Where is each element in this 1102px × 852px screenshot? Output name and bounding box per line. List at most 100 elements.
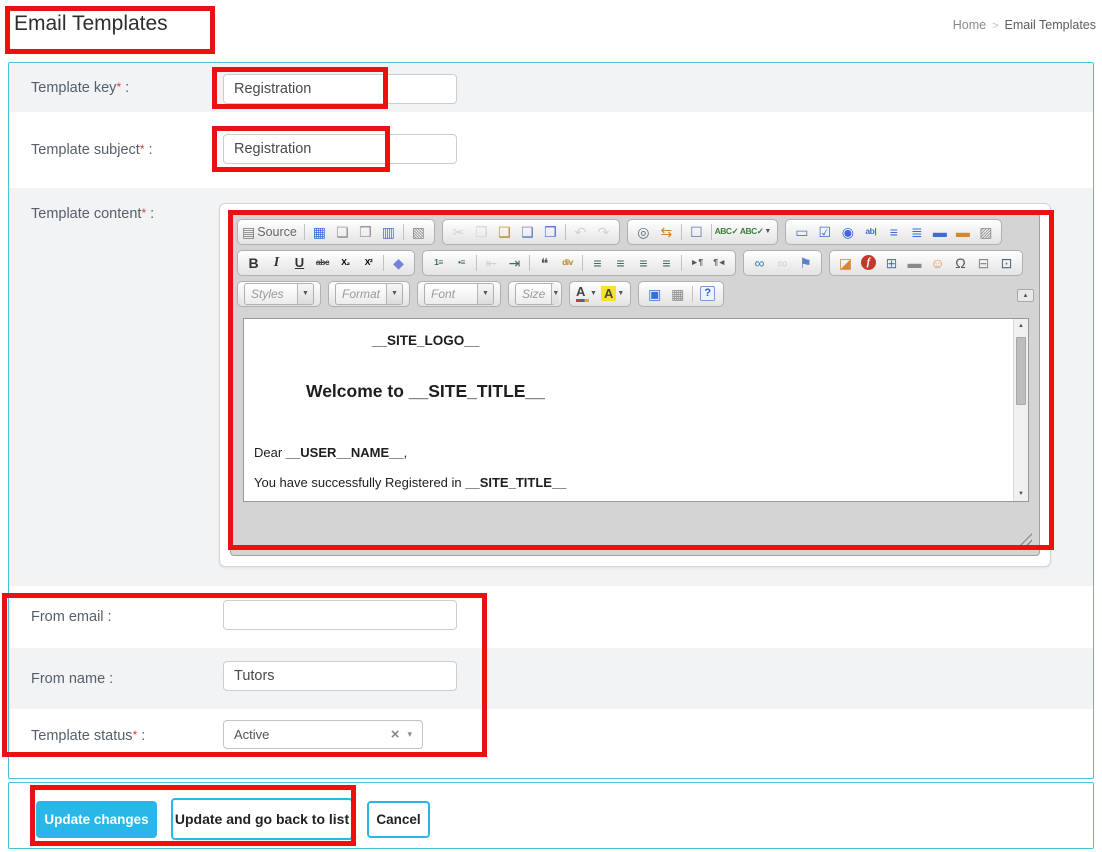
paste-plain-text-icon: ❑ xyxy=(521,225,534,239)
remove-format-button[interactable]: ◆ xyxy=(387,252,410,273)
align-right-button[interactable]: ≡ xyxy=(632,252,655,273)
redo-button[interactable]: ↷ xyxy=(592,221,615,242)
iframe-button[interactable]: ⊡ xyxy=(995,252,1018,273)
undo-button[interactable]: ↶ xyxy=(569,221,592,242)
radio-button-button[interactable]: ◉ xyxy=(836,221,859,242)
form-button[interactable]: ▭ xyxy=(790,221,813,242)
smiley-button[interactable]: ☺ xyxy=(926,252,949,273)
spell-check-button[interactable]: ABC✓ xyxy=(715,221,738,242)
background-color-icon: A xyxy=(601,286,616,301)
source-button[interactable]: ▤Source xyxy=(242,221,301,242)
align-left-button[interactable]: ≡ xyxy=(586,252,609,273)
paste-button[interactable]: ❑ xyxy=(493,221,516,242)
horizontal-rule-button[interactable]: ▬ xyxy=(903,252,926,273)
chevron-down-icon: ▼ xyxy=(551,284,559,304)
actions-panel: Update changes Update and go back to lis… xyxy=(8,782,1094,849)
special-character-button[interactable]: Ω xyxy=(949,252,972,273)
italic-button[interactable]: I xyxy=(265,252,288,273)
spell-check-as-you-type-button[interactable]: ABC✓▼ xyxy=(738,221,773,242)
new-page-button[interactable]: ❏ xyxy=(331,221,354,242)
flash-button[interactable]: f xyxy=(857,252,880,273)
editor-resize-handle[interactable] xyxy=(1019,533,1032,546)
print-button[interactable]: ▥ xyxy=(377,221,400,242)
text-direction-rtl-button[interactable]: ¶◄ xyxy=(708,252,731,273)
new-page-icon: ❏ xyxy=(336,225,349,239)
update-and-go-back-button[interactable]: Update and go back to list xyxy=(171,798,353,840)
bold-button[interactable]: B xyxy=(242,252,265,273)
anchor-button[interactable]: ⚑ xyxy=(794,252,817,273)
form-row-template-status: Template status* : xyxy=(9,709,1093,769)
justify-button[interactable]: ≡ xyxy=(655,252,678,273)
underline-button[interactable]: U xyxy=(288,252,311,273)
cut-button[interactable]: ✂ xyxy=(447,221,470,242)
button-button[interactable]: ▬ xyxy=(928,221,951,242)
replace-icon: ⇆ xyxy=(660,225,672,239)
format-dropdown[interactable]: Format▼ xyxy=(335,283,403,305)
templates-button[interactable]: ▧ xyxy=(407,221,430,242)
size-dropdown[interactable]: Size▼ xyxy=(515,283,555,305)
scroll-up-icon[interactable]: ▲ xyxy=(1014,319,1028,333)
decrease-indent-button[interactable]: ⇤ xyxy=(480,252,503,273)
text-field-button[interactable]: ab| xyxy=(859,221,882,242)
increase-indent-button[interactable]: ⇥ xyxy=(503,252,526,273)
paste-plain-text-button[interactable]: ❑ xyxy=(516,221,539,242)
replace-button[interactable]: ⇆ xyxy=(655,221,678,242)
image-button-button[interactable]: ▬ xyxy=(951,221,974,242)
template-status-select[interactable]: Active × ▾ xyxy=(223,720,423,749)
paste-from-word-button[interactable]: ❒ xyxy=(539,221,562,242)
create-div-button[interactable]: div xyxy=(556,252,579,273)
image-button[interactable]: ◪ xyxy=(834,252,857,273)
templates-icon: ▧ xyxy=(412,225,425,239)
from-email-input[interactable] xyxy=(223,600,457,630)
blockquote-button[interactable]: ❝ xyxy=(533,252,556,273)
textarea-icon: ≡ xyxy=(890,225,898,239)
editor-scrollbar[interactable]: ▲ ▼ xyxy=(1013,319,1028,501)
checkbox-button[interactable]: ☑ xyxy=(813,221,836,242)
update-changes-button[interactable]: Update changes xyxy=(36,801,157,838)
toolbar-group: 1≡•≡⇤⇥❝div≡≡≡≡►¶¶◄ xyxy=(422,250,736,276)
select-all-button[interactable]: ☐ xyxy=(685,221,708,242)
breadcrumb: Home>Email Templates xyxy=(953,18,1096,32)
unlink-button[interactable]: ∞ xyxy=(771,252,794,273)
preview-button[interactable]: ❒ xyxy=(354,221,377,242)
editor-content-area[interactable]: __SITE_LOGO__ Welcome to __SITE_TITLE__ … xyxy=(243,318,1029,502)
background-color-button[interactable]: A▼ xyxy=(599,283,626,304)
breadcrumb-home-link[interactable]: Home xyxy=(953,18,986,32)
from-name-input[interactable] xyxy=(223,661,457,691)
cancel-button[interactable]: Cancel xyxy=(367,801,430,838)
clear-selection-icon[interactable]: × xyxy=(383,726,408,743)
hidden-field-button[interactable]: ▨ xyxy=(974,221,997,242)
scrollbar-thumb[interactable] xyxy=(1016,337,1026,405)
redo-icon: ↷ xyxy=(597,225,609,239)
bulleted-list-button[interactable]: •≡ xyxy=(450,252,473,273)
toolbar-collapse-button[interactable]: ▴ xyxy=(1017,289,1034,302)
page-title: Email Templates xyxy=(14,12,168,36)
show-blocks-button[interactable]: ▦ xyxy=(666,283,689,304)
breadcrumb-separator: > xyxy=(992,20,998,32)
image-icon: ◪ xyxy=(839,256,852,270)
find-button[interactable]: ◎ xyxy=(632,221,655,242)
strikethrough-button[interactable]: abc xyxy=(311,252,334,273)
styles-dropdown[interactable]: Styles▼ xyxy=(244,283,314,305)
textarea-button[interactable]: ≡ xyxy=(882,221,905,242)
superscript-button[interactable]: X² xyxy=(357,252,380,273)
link-button[interactable]: ∞ xyxy=(748,252,771,273)
template-subject-input[interactable] xyxy=(223,134,457,164)
table-button[interactable]: ⊞ xyxy=(880,252,903,273)
chevron-down-icon[interactable]: ▾ xyxy=(407,729,422,740)
maximize-button[interactable]: ▣ xyxy=(643,283,666,304)
about-button[interactable]: ? xyxy=(696,283,719,304)
page-break-button[interactable]: ⊟ xyxy=(972,252,995,273)
numbered-list-button[interactable]: 1≡ xyxy=(427,252,450,273)
text-color-button[interactable]: A▼ xyxy=(574,283,599,304)
text-direction-ltr-button[interactable]: ►¶ xyxy=(685,252,708,273)
template-key-input[interactable] xyxy=(223,74,457,104)
copy-button[interactable]: ❐ xyxy=(470,221,493,242)
subscript-button[interactable]: X₂ xyxy=(334,252,357,273)
selection-field-button[interactable]: ≣ xyxy=(905,221,928,242)
scroll-down-icon[interactable]: ▼ xyxy=(1014,487,1028,501)
font-dropdown[interactable]: Font▼ xyxy=(424,283,494,305)
from-email-label: From email : xyxy=(31,609,112,625)
save-button[interactable]: ▦ xyxy=(308,221,331,242)
align-center-button[interactable]: ≡ xyxy=(609,252,632,273)
